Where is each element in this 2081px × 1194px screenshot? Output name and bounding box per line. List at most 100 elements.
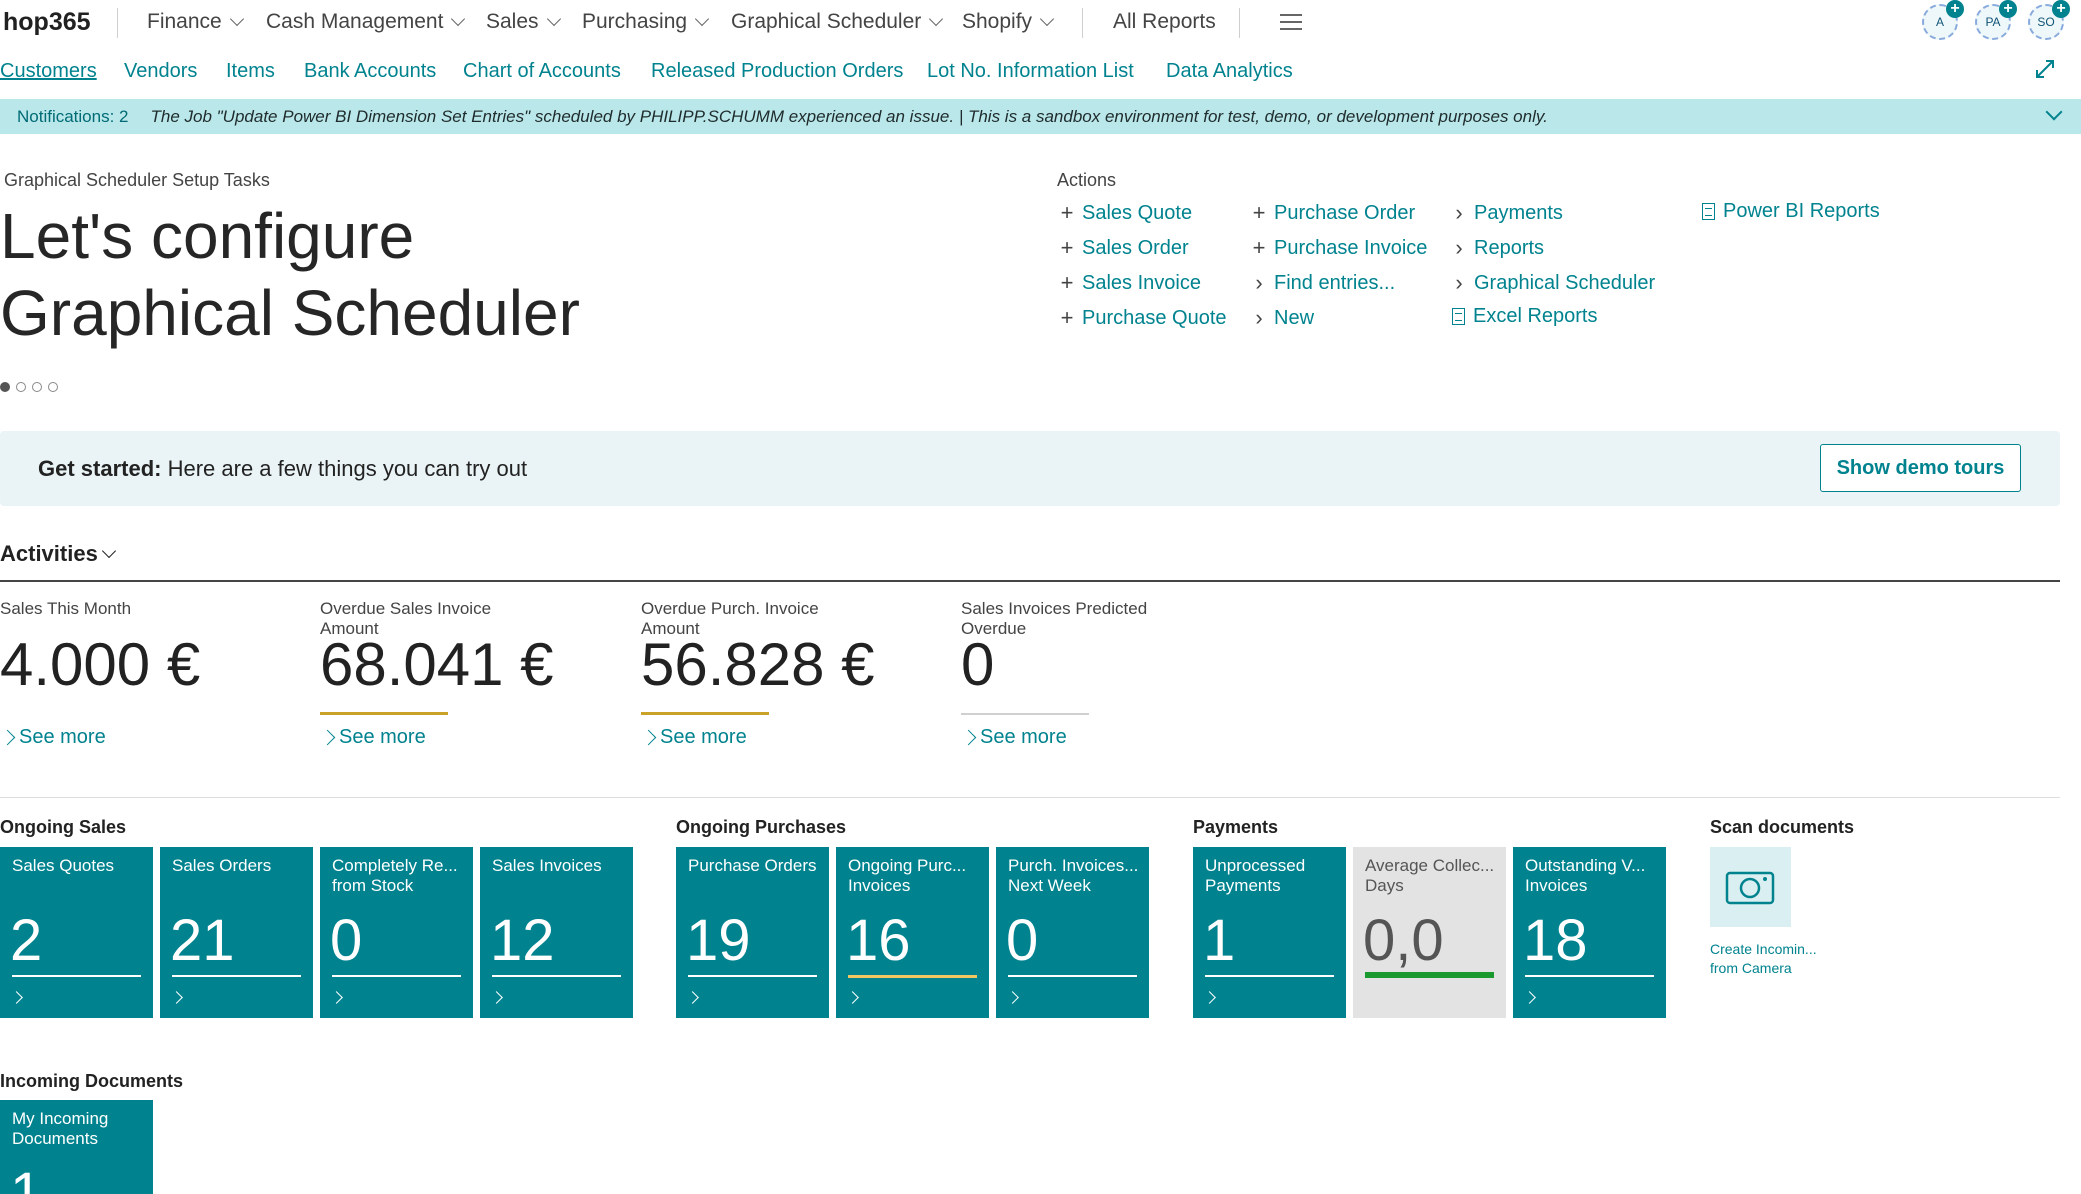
- action-purchase-order[interactable]: + Purchase Order: [1248, 200, 1416, 226]
- notification-count[interactable]: Notifications: 2: [17, 107, 129, 127]
- action-purchase-invoice[interactable]: + Purchase Invoice: [1248, 235, 1428, 261]
- tile-sales-quotes[interactable]: Sales Quotes 2: [0, 847, 153, 1018]
- carousel-dot[interactable]: [48, 382, 58, 392]
- avatar[interactable]: A +: [1922, 0, 1964, 40]
- hamburger-icon[interactable]: [1280, 14, 1302, 30]
- action-find-entries[interactable]: › Find entries...: [1248, 270, 1395, 296]
- menu-shopify[interactable]: Shopify: [962, 10, 1055, 34]
- activities-header[interactable]: Activities: [0, 541, 116, 567]
- tile-ongoing-purchase-invoices[interactable]: Ongoing Purc... Invoices 16: [836, 847, 989, 1018]
- nav-data-analytics[interactable]: Data Analytics: [1166, 60, 1293, 83]
- action-sales-quote[interactable]: + Sales Quote: [1056, 200, 1193, 226]
- tile-rule: [172, 975, 301, 977]
- tile-average-collection-days[interactable]: Average Collec... Days 0,0: [1353, 847, 1506, 1018]
- separator: [1239, 8, 1240, 38]
- kpi-value[interactable]: 4.000 €: [0, 630, 200, 699]
- notification-message: The Job "Update Power BI Dimension Set E…: [150, 106, 1548, 126]
- tile-label: My Incoming Documents: [12, 1109, 109, 1148]
- chevron-down-icon: [929, 11, 944, 27]
- tile-completely-reserved-from-stock[interactable]: Completely Re... from Stock 0: [320, 847, 473, 1018]
- menu-cash-management[interactable]: Cash Management: [266, 10, 466, 34]
- kpi-value[interactable]: 0: [961, 630, 994, 699]
- action-purchase-quote[interactable]: + Purchase Quote: [1056, 305, 1227, 331]
- action-power-bi-reports[interactable]: Power BI Reports: [1698, 200, 1880, 223]
- tile-rule: [848, 975, 977, 978]
- carousel-dot[interactable]: [16, 382, 26, 392]
- scan-camera-label[interactable]: Create Incomin... from Camera: [1710, 940, 1830, 978]
- tile-unprocessed-payments[interactable]: Unprocessed Payments 1: [1193, 847, 1346, 1018]
- action-graphical-scheduler[interactable]: › Graphical Scheduler: [1448, 270, 1655, 296]
- menu-sales[interactable]: Sales: [486, 10, 561, 34]
- action-reports[interactable]: › Reports: [1448, 235, 1544, 261]
- action-label: Find entries...: [1274, 271, 1396, 294]
- nav-vendors[interactable]: Vendors: [124, 60, 197, 83]
- see-more-link[interactable]: See more: [319, 726, 426, 749]
- action-payments[interactable]: › Payments: [1448, 200, 1563, 226]
- see-more-link[interactable]: See more: [640, 726, 747, 749]
- tile-purch-invoices-next-week[interactable]: Purch. Invoices... Next Week 0: [996, 847, 1149, 1018]
- see-more-label: See more: [339, 726, 426, 748]
- notification-bar: Notifications: 2 The Job "Update Power B…: [0, 99, 2081, 134]
- tile-purchase-orders[interactable]: Purchase Orders 19: [676, 847, 829, 1018]
- group-title-ongoing-purchases: Ongoing Purchases: [676, 817, 847, 837]
- chevron-right-icon: ›: [1255, 305, 1263, 330]
- menu-graphical-scheduler[interactable]: Graphical Scheduler: [731, 10, 944, 34]
- nav-released-production-orders[interactable]: Released Production Orders: [651, 60, 903, 83]
- kpi-status-bar: [320, 712, 448, 715]
- tile-rule: [1205, 975, 1334, 977]
- chevron-right-icon: [1006, 991, 1019, 1004]
- scan-camera-tile[interactable]: [1710, 847, 1791, 927]
- menu-finance[interactable]: Finance: [147, 10, 244, 34]
- menu-all-reports[interactable]: All Reports: [1113, 10, 1216, 34]
- chevron-down-icon: [546, 11, 561, 27]
- action-label: Purchase Quote: [1082, 306, 1227, 329]
- tile-value: 21: [170, 908, 235, 973]
- see-more-link[interactable]: See more: [0, 726, 106, 749]
- kpi-status-bar: [641, 712, 769, 715]
- plus-icon: +: [1946, 0, 1964, 18]
- see-more-link[interactable]: See more: [960, 726, 1067, 749]
- action-new[interactable]: › New: [1248, 305, 1314, 331]
- show-demo-tours-button[interactable]: Show demo tours: [1820, 444, 2021, 492]
- nav-lot-no-information-list[interactable]: Lot No. Information List: [927, 60, 1134, 83]
- app-brand[interactable]: hop365: [3, 8, 91, 37]
- tile-label: Sales Invoices: [492, 856, 602, 875]
- page-headline: Let's configure Graphical Scheduler: [0, 200, 580, 349]
- carousel-dot[interactable]: [32, 382, 42, 392]
- tile-outstanding-vendor-invoices[interactable]: Outstanding V... Invoices 18: [1513, 847, 1666, 1018]
- avatar-initials: SO: [2037, 15, 2055, 29]
- expand-icon[interactable]: [2034, 58, 2056, 80]
- chevron-right-icon: [490, 991, 503, 1004]
- tile-rule: [1525, 975, 1654, 977]
- action-excel-reports[interactable]: Excel Reports: [1448, 305, 1598, 328]
- kpi-value[interactable]: 56.828 €: [641, 630, 875, 699]
- avatar[interactable]: SO +: [2028, 0, 2070, 40]
- nav-customers[interactable]: Customers: [0, 60, 97, 83]
- chevron-right-icon: [1523, 991, 1536, 1004]
- chevron-down-icon[interactable]: [2045, 103, 2063, 121]
- tile-my-incoming-documents[interactable]: My Incoming Documents 1: [0, 1100, 153, 1194]
- top-bar: hop365 Finance Cash Management Sales Pur…: [0, 0, 2081, 46]
- action-sales-invoice[interactable]: + Sales Invoice: [1056, 270, 1201, 296]
- chevron-down-icon: [1039, 11, 1055, 27]
- action-sales-order[interactable]: + Sales Order: [1056, 235, 1189, 261]
- tile-sales-orders[interactable]: Sales Orders 21: [160, 847, 313, 1018]
- chevron-right-icon: [319, 729, 336, 746]
- kpi-label: Sales This Month: [0, 599, 132, 618]
- menu-purchasing[interactable]: Purchasing: [582, 10, 710, 34]
- tile-label: Outstanding V... Invoices: [1525, 856, 1646, 895]
- tile-value: 18: [1523, 908, 1588, 973]
- avatar[interactable]: PA +: [1975, 0, 2017, 40]
- nav-bank-accounts[interactable]: Bank Accounts: [304, 60, 436, 83]
- get-started-text: Get started: Here are a few things you c…: [38, 456, 527, 482]
- chevron-right-icon: [846, 991, 859, 1004]
- nav-items[interactable]: Items: [226, 60, 275, 83]
- chevron-right-icon: [960, 729, 977, 746]
- carousel-dot[interactable]: [0, 382, 10, 392]
- divider: [0, 580, 2060, 582]
- nav-chart-of-accounts[interactable]: Chart of Accounts: [463, 60, 621, 83]
- get-started-desc: Here are a few things you can try out: [161, 456, 528, 481]
- action-label: New: [1274, 306, 1315, 329]
- tile-sales-invoices[interactable]: Sales Invoices 12: [480, 847, 633, 1018]
- kpi-value[interactable]: 68.041 €: [320, 630, 554, 699]
